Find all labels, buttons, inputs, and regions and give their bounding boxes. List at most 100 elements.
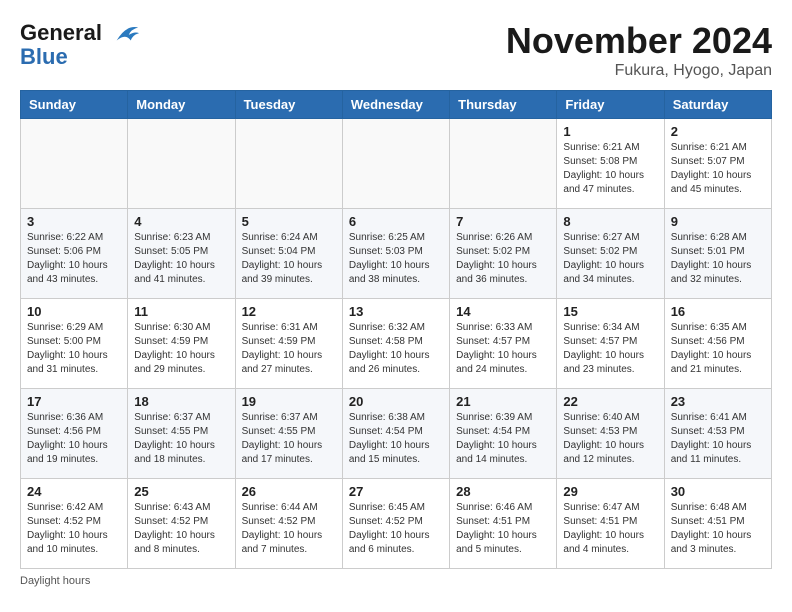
day-number: 28 [456,484,550,499]
day-header-friday: Friday [557,91,664,119]
calendar-cell: 18 Sunrise: 6:37 AM Sunset: 4:55 PM Dayli… [128,389,235,479]
day-info: Sunrise: 6:33 AM Sunset: 4:57 PM Dayligh… [456,321,550,377]
day-info: Sunrise: 6:42 AM Sunset: 4:52 PM Dayligh… [27,501,121,557]
day-number: 1 [563,124,657,139]
day-info: Sunrise: 6:44 AM Sunset: 4:52 PM Dayligh… [242,501,336,557]
day-info: Sunrise: 6:24 AM Sunset: 5:04 PM Dayligh… [242,231,336,287]
location: Fukura, Hyogo, Japan [506,62,772,80]
calendar-header-row: SundayMondayTuesdayWednesdayThursdayFrid… [21,91,772,119]
day-number: 3 [27,214,121,229]
calendar-cell [21,119,128,209]
day-info: Sunrise: 6:36 AM Sunset: 4:56 PM Dayligh… [27,411,121,467]
calendar-cell [450,119,557,209]
day-info: Sunrise: 6:22 AM Sunset: 5:06 PM Dayligh… [27,231,121,287]
calendar-week-row: 3 Sunrise: 6:22 AM Sunset: 5:06 PM Daylig… [21,209,772,299]
day-number: 7 [456,214,550,229]
calendar-cell: 7 Sunrise: 6:26 AM Sunset: 5:02 PM Daylig… [450,209,557,299]
calendar-cell: 24 Sunrise: 6:42 AM Sunset: 4:52 PM Dayli… [21,479,128,569]
day-number: 27 [349,484,443,499]
day-info: Sunrise: 6:25 AM Sunset: 5:03 PM Dayligh… [349,231,443,287]
calendar-cell: 13Sunrise: 6:32 AM Sunset: 4:58 PM Dayli… [342,299,449,389]
day-info: Sunrise: 6:41 AM Sunset: 4:53 PM Dayligh… [671,411,765,467]
day-info: Sunrise: 6:43 AM Sunset: 4:52 PM Dayligh… [134,501,228,557]
day-number: 18 [134,394,228,409]
day-number: 6 [349,214,443,229]
day-info: Sunrise: 6:21 AM Sunset: 5:07 PM Dayligh… [671,141,765,197]
logo-bird-icon [112,20,140,48]
day-info: Sunrise: 6:48 AM Sunset: 4:51 PM Dayligh… [671,501,765,557]
day-header-saturday: Saturday [664,91,771,119]
day-info: Sunrise: 6:37 AM Sunset: 4:55 PM Dayligh… [134,411,228,467]
calendar-cell: 19 Sunrise: 6:37 AM Sunset: 4:55 PM Dayli… [235,389,342,479]
calendar-cell: 15Sunrise: 6:34 AM Sunset: 4:57 PM Dayli… [557,299,664,389]
day-header-thursday: Thursday [450,91,557,119]
calendar-week-row: 1 Sunrise: 6:21 AM Sunset: 5:08 PM Daylig… [21,119,772,209]
day-info: Sunrise: 6:45 AM Sunset: 4:52 PM Dayligh… [349,501,443,557]
day-header-tuesday: Tuesday [235,91,342,119]
calendar-cell: 6 Sunrise: 6:25 AM Sunset: 5:03 PM Daylig… [342,209,449,299]
calendar-cell: 27 Sunrise: 6:45 AM Sunset: 4:52 PM Dayli… [342,479,449,569]
day-number: 21 [456,394,550,409]
day-info: Sunrise: 6:35 AM Sunset: 4:56 PM Dayligh… [671,321,765,377]
day-header-wednesday: Wednesday [342,91,449,119]
day-info: Sunrise: 6:30 AM Sunset: 4:59 PM Dayligh… [134,321,228,377]
day-number: 8 [563,214,657,229]
calendar-cell: 20Sunrise: 6:38 AM Sunset: 4:54 PM Dayli… [342,389,449,479]
calendar-cell: 3 Sunrise: 6:22 AM Sunset: 5:06 PM Daylig… [21,209,128,299]
day-info: Sunrise: 6:47 AM Sunset: 4:51 PM Dayligh… [563,501,657,557]
day-number: 5 [242,214,336,229]
day-number: 22 [563,394,657,409]
day-number: 2 [671,124,765,139]
day-info: Sunrise: 6:29 AM Sunset: 5:00 PM Dayligh… [27,321,121,377]
calendar-cell: 28 Sunrise: 6:46 AM Sunset: 4:51 PM Dayli… [450,479,557,569]
calendar-cell [235,119,342,209]
day-number: 15 [563,304,657,319]
calendar-week-row: 17 Sunrise: 6:36 AM Sunset: 4:56 PM Dayli… [21,389,772,479]
title-block: November 2024 Fukura, Hyogo, Japan [506,20,772,80]
calendar-cell: 17 Sunrise: 6:36 AM Sunset: 4:56 PM Dayli… [21,389,128,479]
day-info: Sunrise: 6:26 AM Sunset: 5:02 PM Dayligh… [456,231,550,287]
calendar-cell [128,119,235,209]
calendar-cell: 9 Sunrise: 6:28 AM Sunset: 5:01 PM Daylig… [664,209,771,299]
day-info: Sunrise: 6:37 AM Sunset: 4:55 PM Dayligh… [242,411,336,467]
day-number: 14 [456,304,550,319]
calendar-cell [342,119,449,209]
logo-general: General [20,20,102,45]
day-header-monday: Monday [128,91,235,119]
day-number: 30 [671,484,765,499]
calendar-cell: 12Sunrise: 6:31 AM Sunset: 4:59 PM Dayli… [235,299,342,389]
day-number: 19 [242,394,336,409]
day-number: 11 [134,304,228,319]
calendar-cell: 22Sunrise: 6:40 AM Sunset: 4:53 PM Dayli… [557,389,664,479]
calendar-cell: 25 Sunrise: 6:43 AM Sunset: 4:52 PM Dayli… [128,479,235,569]
calendar-cell: 21Sunrise: 6:39 AM Sunset: 4:54 PM Dayli… [450,389,557,479]
day-number: 12 [242,304,336,319]
day-number: 24 [27,484,121,499]
calendar-cell: 10 Sunrise: 6:29 AM Sunset: 5:00 PM Dayli… [21,299,128,389]
day-number: 9 [671,214,765,229]
calendar-cell: 4Sunrise: 6:23 AM Sunset: 5:05 PM Daylig… [128,209,235,299]
calendar-cell: 1 Sunrise: 6:21 AM Sunset: 5:08 PM Daylig… [557,119,664,209]
day-info: Sunrise: 6:28 AM Sunset: 5:01 PM Dayligh… [671,231,765,287]
logo: General Blue [20,20,140,70]
day-number: 25 [134,484,228,499]
calendar-cell: 26 Sunrise: 6:44 AM Sunset: 4:52 PM Dayli… [235,479,342,569]
month-title: November 2024 [506,20,772,62]
day-info: Sunrise: 6:32 AM Sunset: 4:58 PM Dayligh… [349,321,443,377]
day-info: Sunrise: 6:27 AM Sunset: 5:02 PM Dayligh… [563,231,657,287]
calendar-cell: 30 Sunrise: 6:48 AM Sunset: 4:51 PM Dayli… [664,479,771,569]
day-number: 26 [242,484,336,499]
day-number: 10 [27,304,121,319]
day-number: 20 [349,394,443,409]
day-info: Sunrise: 6:23 AM Sunset: 5:05 PM Dayligh… [134,231,228,287]
calendar-cell: 29 Sunrise: 6:47 AM Sunset: 4:51 PM Dayli… [557,479,664,569]
day-number: 29 [563,484,657,499]
day-info: Sunrise: 6:21 AM Sunset: 5:08 PM Dayligh… [563,141,657,197]
day-number: 16 [671,304,765,319]
day-number: 23 [671,394,765,409]
calendar-cell: 11 Sunrise: 6:30 AM Sunset: 4:59 PM Dayli… [128,299,235,389]
calendar-cell: 5 Sunrise: 6:24 AM Sunset: 5:04 PM Daylig… [235,209,342,299]
calendar-week-row: 24 Sunrise: 6:42 AM Sunset: 4:52 PM Dayli… [21,479,772,569]
day-number: 17 [27,394,121,409]
day-info: Sunrise: 6:46 AM Sunset: 4:51 PM Dayligh… [456,501,550,557]
